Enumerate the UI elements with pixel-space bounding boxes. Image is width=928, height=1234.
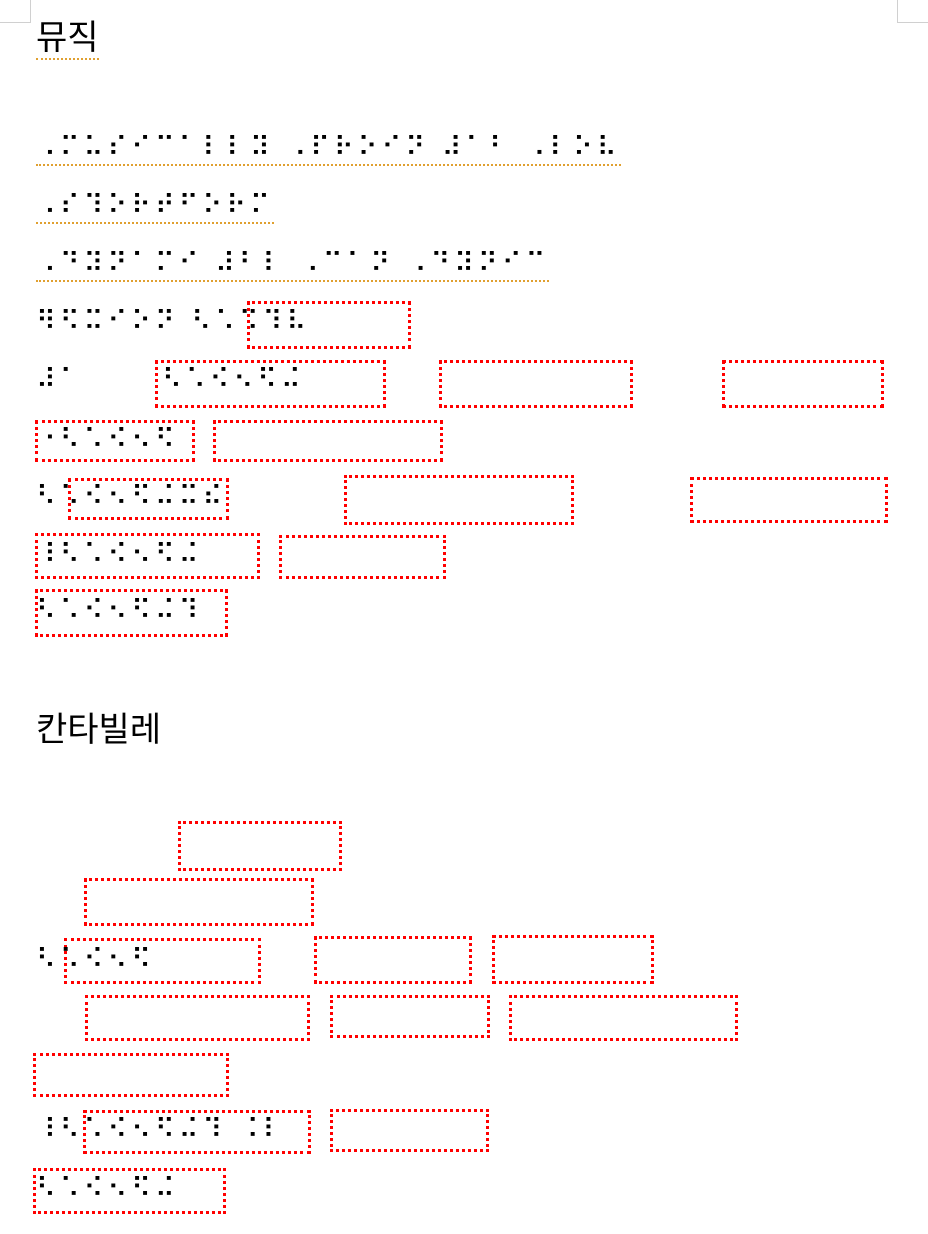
braille-line: ⠣⠡⠪⠢⠫⠬	[36, 1173, 179, 1204]
section-heading-music: 뮤직	[36, 18, 99, 60]
braille-highlight-box	[247, 301, 411, 349]
braille-highlight-box	[33, 1053, 229, 1097]
braille-line: ⠣⠡⠪⠢⠫⠬	[162, 364, 305, 395]
braille-line: ⠠⠎⠹⠕⠗⠞⠋⠕⠗⠍	[36, 190, 274, 224]
braille-line: ⠣⠡⠪⠢⠫⠬⠭⠮	[36, 481, 227, 512]
braille-line: ⠠⠙⠽⠝⠁⠍⠊ ⠼⠃⠇ ⠠⠉⠁⠝ ⠠⠙⠽⠝⠊⠉	[36, 248, 550, 282]
page-corner-mark-left	[0, 0, 31, 23]
braille-highlight-box	[690, 477, 888, 523]
page-corner-mark-right	[897, 0, 928, 23]
section-heading-cantabile: 칸타빌레	[36, 710, 162, 750]
braille-highlight-box	[178, 821, 342, 871]
braille-highlight-box	[330, 995, 490, 1038]
braille-highlight-box	[509, 995, 738, 1041]
braille-line: ⠸⠣⠡⠪⠢⠫⠬⠹ ⠨⠇	[36, 1114, 287, 1145]
braille-highlight-box	[85, 995, 310, 1041]
braille-highlight-box	[722, 360, 884, 408]
braille-highlight-box	[84, 878, 314, 926]
braille-line: ⠣⠡⠪⠢⠫	[36, 944, 155, 975]
braille-line: ⠐⠣⠡⠪⠢⠫	[36, 424, 179, 455]
braille-highlight-box	[279, 535, 446, 579]
braille-highlight-box	[330, 1109, 489, 1152]
braille-highlight-box	[314, 936, 472, 984]
braille-line: ⠸⠣⠡⠪⠢⠫⠬	[36, 539, 203, 570]
braille-highlight-box	[439, 360, 633, 408]
braille-line: ⠣⠡⠪⠢⠫⠬⠹	[36, 595, 203, 626]
braille-line: ⠠⠍⠥⠎⠊⠉⠁⠇⠇⠽ ⠠⠏⠗⠕⠊⠝ ⠼⠁⠃ ⠠⠇⠕⠧	[36, 132, 621, 166]
braille-line: ⠼⠁	[36, 364, 84, 395]
braille-highlight-box	[213, 420, 443, 462]
braille-highlight-box	[344, 475, 574, 525]
braille-highlight-box	[492, 935, 654, 984]
